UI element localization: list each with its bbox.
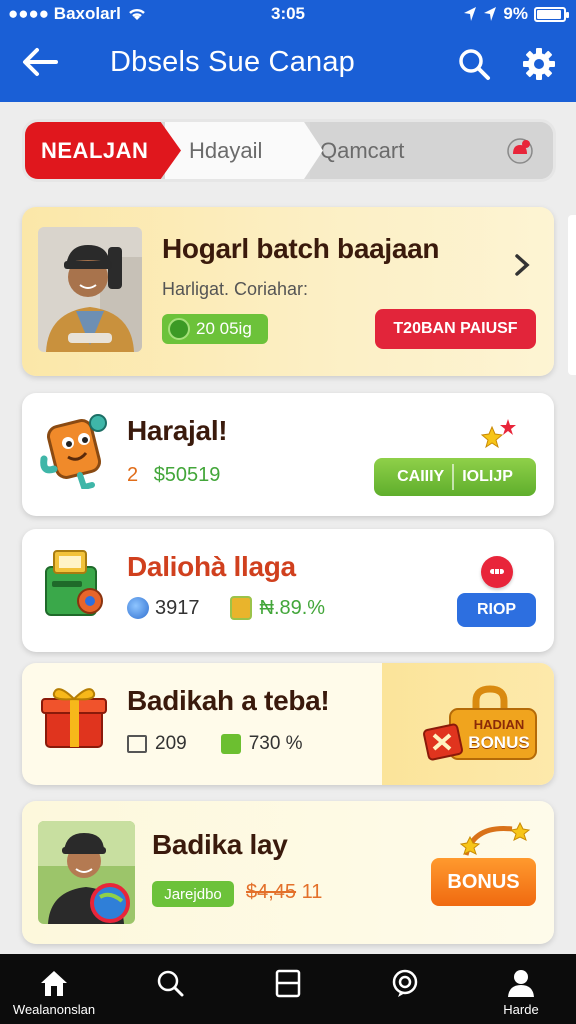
search-icon[interactable] bbox=[456, 46, 492, 82]
tag-pill: Jarejdbo bbox=[152, 881, 234, 907]
card-1-action-button[interactable]: T20BAN PAIUSF bbox=[375, 309, 536, 349]
stat-b-value: ₦.89.% bbox=[259, 596, 326, 619]
offer-card-5[interactable]: Badika lay Jarejdbo $4,45 11 BONUS bbox=[22, 801, 554, 944]
calendar-icon bbox=[127, 735, 147, 753]
card-stats: 209 730 % bbox=[127, 733, 303, 755]
nav-home[interactable]: Wealanonslan bbox=[4, 954, 104, 1024]
stars-icon bbox=[480, 419, 516, 449]
search-icon bbox=[157, 970, 184, 997]
tab-hdayail[interactable]: Hdayail bbox=[165, 122, 323, 179]
badge-line-2: BONUS bbox=[468, 733, 530, 752]
merchant-photo bbox=[38, 227, 142, 352]
stat-a-value: 3917 bbox=[155, 596, 200, 619]
offer-card-4[interactable]: Badikah a teba! 209 730 % HADIAN BONUS bbox=[22, 663, 554, 785]
bonus-badge[interactable]: HADIAN BONUS bbox=[422, 683, 540, 767]
card-title: Harajal! bbox=[127, 415, 228, 446]
old-price: $4,45 bbox=[246, 881, 297, 903]
nav-profile-label: Harde bbox=[503, 1002, 539, 1017]
tablet-icon bbox=[275, 969, 301, 998]
nav-tablet[interactable] bbox=[240, 954, 336, 1024]
more-options-icon[interactable] bbox=[481, 556, 513, 588]
card-stats: 3917 ₦.89.% bbox=[127, 596, 325, 620]
button-right-label: IOLIJP bbox=[462, 468, 513, 485]
status-right: 9% bbox=[463, 4, 569, 24]
card-subtitle: Harligat. Coriahar: bbox=[162, 279, 309, 299]
new-price: 11 bbox=[301, 881, 323, 903]
battery-icon bbox=[534, 6, 569, 22]
tab-bar: NEALJAN Hdayail Qamcart bbox=[22, 119, 556, 182]
jar-icon bbox=[229, 596, 252, 620]
page-title: Dbsels Sue Canap bbox=[110, 46, 356, 78]
status-bar: ●●●● Baxolarl 3:05 9% bbox=[0, 4, 576, 26]
card-3-action-button[interactable]: RIOP bbox=[457, 593, 536, 627]
chat-bubble-icon bbox=[392, 969, 418, 997]
nav-chat[interactable] bbox=[357, 954, 453, 1024]
stat-b-value: 730 % bbox=[248, 733, 303, 754]
bottom-nav: Wealanonslan Harde bbox=[0, 954, 576, 1024]
stat-a-value: 209 bbox=[155, 733, 187, 754]
atm-machine-icon bbox=[45, 550, 103, 616]
offer-card-1[interactable]: Hogarl batch baajaan Harligat. Coriahar:… bbox=[22, 207, 554, 376]
tab-nealjan[interactable]: NEALJAN bbox=[25, 122, 181, 179]
package-icon bbox=[220, 734, 241, 754]
bonus-button[interactable]: BONUS bbox=[431, 858, 536, 906]
profile-icon bbox=[508, 970, 534, 997]
stars-arc-icon bbox=[459, 821, 531, 856]
nav-home-label: Wealanonslan bbox=[12, 1002, 96, 1017]
chevron-right-icon[interactable] bbox=[512, 253, 532, 277]
points-value: 20 05ig bbox=[196, 319, 252, 338]
location-arrow-icon-2 bbox=[484, 7, 497, 21]
mascot-icon bbox=[40, 414, 107, 489]
home-icon bbox=[41, 971, 67, 996]
battery-percent: 9% bbox=[503, 4, 528, 23]
card-2-action-button[interactable]: CAIIIY IOLIJP bbox=[374, 458, 536, 496]
card-title: Badika lay bbox=[152, 829, 288, 860]
top-bar: ●●●● Baxolarl 3:05 9% Dbsels Sue Canap bbox=[0, 0, 576, 102]
offer-card-3[interactable]: Daliohà llaga 3917 ₦.89.% RIOP bbox=[22, 529, 554, 652]
button-divider bbox=[452, 464, 455, 490]
points-pill: 20 05ig bbox=[162, 314, 268, 344]
gift-box-icon bbox=[41, 688, 107, 748]
price-group: $4,45 11 bbox=[246, 881, 322, 904]
card-title: Hogarl batch baajaan bbox=[162, 233, 440, 264]
gear-icon[interactable] bbox=[521, 46, 557, 82]
back-arrow-icon[interactable] bbox=[20, 44, 60, 80]
nav-search[interactable] bbox=[122, 954, 218, 1024]
nav-profile[interactable]: Harde bbox=[473, 954, 569, 1024]
offer-card-2[interactable]: Harajal! 2 $50519 CAIIIY IOLIJP bbox=[22, 393, 554, 516]
badge-line-1: HADIAN bbox=[473, 717, 525, 732]
globe-icon bbox=[127, 597, 149, 619]
coin-icon bbox=[168, 318, 190, 340]
money-value: $50519 bbox=[153, 464, 221, 486]
merchant-photo bbox=[38, 821, 135, 924]
card-title: Daliohà llaga bbox=[127, 551, 296, 582]
button-left-label: CAIIIY bbox=[397, 468, 445, 485]
location-arrow-icon bbox=[464, 7, 477, 21]
scrollbar[interactable] bbox=[568, 215, 576, 375]
count-value: 2 bbox=[127, 464, 139, 486]
card-title: Badikah a teba! bbox=[127, 685, 330, 716]
notification-bell-icon[interactable] bbox=[505, 136, 535, 166]
card-values: 2 $50519 bbox=[127, 464, 220, 487]
